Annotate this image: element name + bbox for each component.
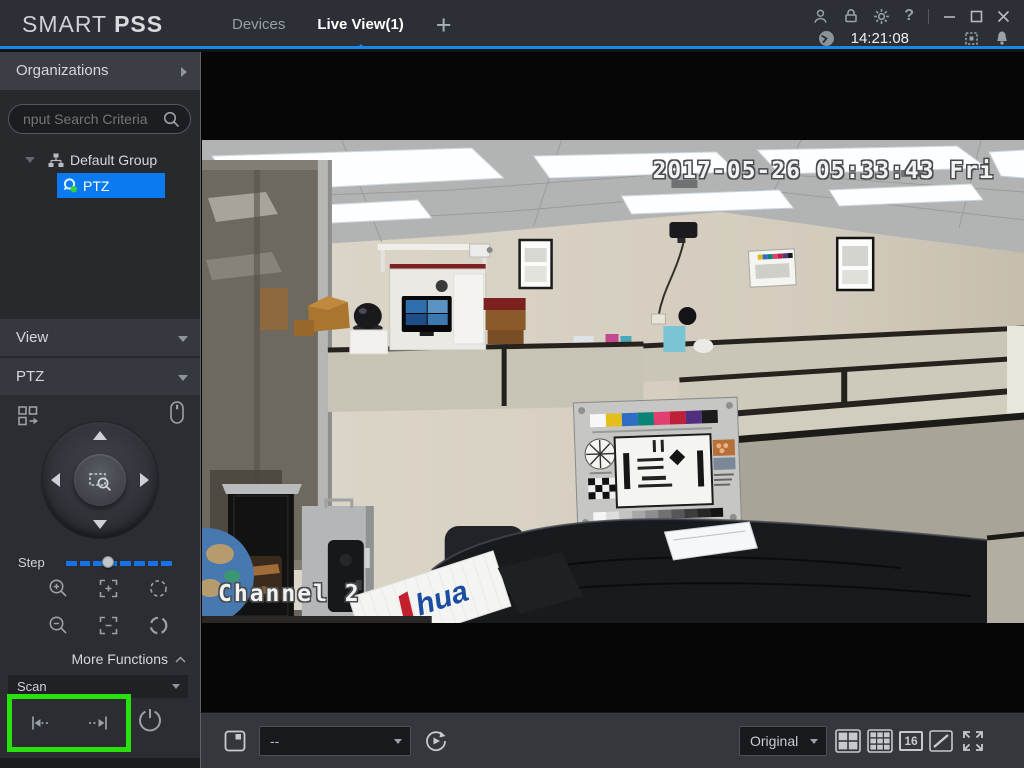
step-label: Step bbox=[18, 555, 45, 570]
split-4-icon[interactable] bbox=[835, 729, 861, 753]
view-section-label: View bbox=[16, 329, 49, 346]
group-hierarchy-icon bbox=[48, 153, 64, 168]
scan-left-limit-button[interactable] bbox=[12, 699, 69, 747]
ptz-control-panel: Step More Functions Scan bbox=[0, 395, 200, 768]
scan-label: Scan bbox=[17, 679, 47, 694]
main-tabs: Devices Live View(1) + bbox=[232, 0, 452, 49]
settings-gear-icon[interactable] bbox=[873, 8, 890, 25]
maximize-icon[interactable] bbox=[970, 10, 983, 23]
pan-left-arrow[interactable] bbox=[51, 473, 60, 487]
split-16-icon[interactable]: 16 bbox=[899, 731, 923, 751]
minimize-icon[interactable] bbox=[943, 10, 956, 23]
sidebar-footer-strip bbox=[0, 758, 200, 768]
organizations-label: Organizations bbox=[16, 62, 109, 79]
pan-right-arrow[interactable] bbox=[140, 473, 149, 487]
annotation-highlight-box bbox=[7, 694, 131, 752]
live-view-stage: hua 2017-05-26 05:33:43 Fri Channel 2 -- bbox=[200, 52, 1024, 768]
tab-devices[interactable]: Devices bbox=[232, 0, 285, 49]
logo-pss: PSS bbox=[114, 11, 164, 37]
save-view-icon[interactable] bbox=[223, 729, 247, 753]
mouse-simulate-icon[interactable] bbox=[165, 400, 189, 424]
device-health-chip-icon[interactable] bbox=[963, 30, 980, 47]
custom-split-icon[interactable] bbox=[929, 730, 953, 752]
iris-close-icon[interactable] bbox=[146, 576, 170, 600]
focus-far-icon[interactable] bbox=[96, 613, 120, 637]
zoom-out-icon[interactable] bbox=[46, 613, 70, 637]
scan-start-power-icon[interactable] bbox=[136, 706, 164, 734]
chevron-down-icon bbox=[394, 739, 402, 744]
titlebar: SMART PSS Devices Live View(1) + ? 14:21… bbox=[0, 0, 1024, 49]
split-9-icon[interactable] bbox=[867, 729, 893, 753]
step-slider-thumb[interactable] bbox=[102, 556, 114, 568]
stream-select-value: -- bbox=[270, 733, 280, 749]
chevron-down-icon bbox=[178, 375, 188, 381]
video-channel-overlay: Channel 2 bbox=[218, 581, 361, 607]
refresh-icon[interactable] bbox=[423, 728, 449, 754]
app-logo: SMART PSS bbox=[22, 11, 163, 38]
titlebar-controls: ? bbox=[812, 4, 1010, 28]
video-timestamp-overlay: 2017-05-26 05:33:43 Fri bbox=[652, 158, 994, 184]
fullscreen-icon[interactable] bbox=[961, 729, 985, 753]
ptz-section-label: PTZ bbox=[16, 368, 45, 385]
chevron-up-icon bbox=[175, 655, 186, 663]
video-tile-channel-2[interactable]: hua 2017-05-26 05:33:43 Fri Channel 2 bbox=[200, 52, 1024, 712]
camera-video-frame: hua bbox=[202, 140, 1024, 623]
close-icon[interactable] bbox=[997, 10, 1010, 23]
chevron-right-icon bbox=[181, 67, 187, 77]
scale-select-value: Original bbox=[750, 733, 799, 749]
scale-select[interactable]: Original bbox=[739, 726, 827, 756]
goto-preset-icon[interactable] bbox=[16, 403, 40, 427]
step-slider[interactable] bbox=[66, 561, 172, 566]
current-time: 14:21:08 bbox=[850, 29, 909, 47]
clock-icon bbox=[818, 30, 835, 47]
chevron-down-icon bbox=[172, 684, 180, 689]
more-functions-toggle[interactable]: More Functions bbox=[72, 651, 186, 667]
active-tab-notch bbox=[355, 44, 366, 49]
tab-live-view-label: Live View(1) bbox=[317, 16, 404, 33]
chevron-down-icon bbox=[810, 739, 818, 744]
iris-open-icon[interactable] bbox=[146, 613, 170, 637]
pan-up-arrow[interactable] bbox=[93, 431, 107, 440]
tree-item-default-group[interactable]: Default Group bbox=[0, 148, 200, 172]
ptz-section-header[interactable]: PTZ bbox=[0, 357, 200, 395]
add-tab-button[interactable]: + bbox=[436, 0, 452, 49]
search-icon[interactable] bbox=[162, 110, 181, 134]
pan-down-arrow[interactable] bbox=[93, 520, 107, 529]
tree-device-label: PTZ bbox=[83, 177, 110, 194]
help-icon[interactable]: ? bbox=[904, 7, 914, 25]
liveview-toolbar: -- Original 16 bbox=[200, 712, 1024, 768]
lock-icon[interactable] bbox=[843, 8, 859, 24]
organizations-header[interactable]: Organizations bbox=[0, 52, 200, 90]
chevron-down-icon bbox=[178, 336, 188, 342]
office-scene: hua bbox=[202, 140, 1024, 623]
tree-group-label: Default Group bbox=[70, 152, 158, 168]
scan-right-limit-button[interactable] bbox=[69, 699, 126, 747]
titlebar-separator bbox=[928, 8, 929, 24]
sidebar: Organizations Default Group PTZ View bbox=[0, 52, 200, 768]
more-functions-label: More Functions bbox=[71, 651, 168, 667]
logo-smart: SMART bbox=[22, 11, 107, 37]
ptz-camera-icon bbox=[62, 177, 79, 194]
ptz-direction-pad[interactable] bbox=[42, 422, 158, 538]
smartpss-window: SMART PSS Devices Live View(1) + ? 14:21… bbox=[0, 0, 1024, 768]
ptz-3d-position-button[interactable] bbox=[74, 454, 126, 506]
titlebar-status: 14:21:08 bbox=[818, 27, 1010, 49]
focus-near-icon[interactable] bbox=[96, 576, 120, 600]
alarm-bell-icon[interactable] bbox=[994, 30, 1010, 46]
view-section-header[interactable]: View bbox=[0, 318, 200, 356]
tab-live-view[interactable]: Live View(1) bbox=[317, 0, 404, 49]
zoom-in-icon[interactable] bbox=[46, 576, 70, 600]
chevron-down-icon[interactable] bbox=[25, 157, 35, 163]
user-icon[interactable] bbox=[812, 8, 829, 25]
stream-select[interactable]: -- bbox=[259, 726, 411, 756]
tree-item-ptz-selected[interactable]: PTZ bbox=[57, 173, 165, 198]
search-box bbox=[8, 104, 191, 134]
